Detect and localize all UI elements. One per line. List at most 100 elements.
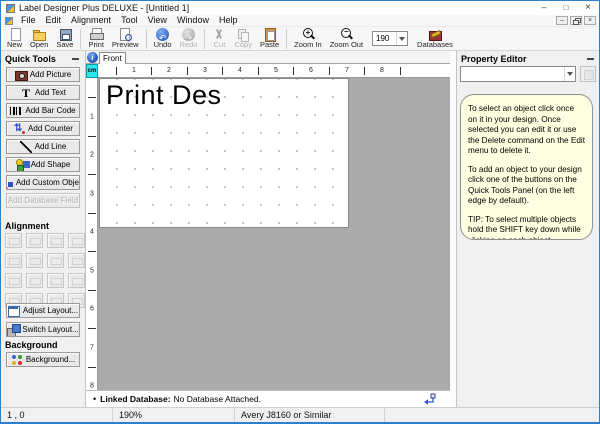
toolbar-separator bbox=[145, 28, 147, 49]
status-cell-3: Avery J8160 or Similar bbox=[235, 408, 385, 422]
ruler-tick bbox=[88, 174, 96, 175]
collapse-property-editor-icon[interactable] bbox=[587, 58, 594, 60]
combobox-arrow-icon[interactable] bbox=[396, 32, 407, 45]
paste-button[interactable]: Paste bbox=[256, 27, 283, 51]
undo-icon bbox=[156, 28, 170, 41]
toolbar-button-label: Cut bbox=[213, 40, 226, 49]
background-title: Background bbox=[5, 340, 58, 350]
database-link-icon[interactable] bbox=[422, 393, 436, 408]
status-cell-1: 1 , 0 bbox=[1, 408, 113, 422]
label-sheet[interactable]: Print Des bbox=[99, 78, 349, 228]
ruler-number: 5 bbox=[90, 267, 94, 275]
vertical-ruler: 1 2 3 4 5 6 7 8 bbox=[86, 78, 98, 390]
minimize-window-icon[interactable] bbox=[533, 1, 555, 15]
add-custom-object-button[interactable]: Add Custom Object bbox=[6, 175, 80, 190]
mdi-minimize-icon[interactable] bbox=[556, 15, 568, 25]
new-button[interactable]: New bbox=[3, 27, 26, 51]
ruler-number: 8 bbox=[90, 382, 94, 390]
undo-button[interactable]: Undo bbox=[150, 27, 176, 51]
add-shape-button[interactable]: Add Shape bbox=[6, 157, 80, 172]
collapse-panel-icon[interactable] bbox=[72, 58, 79, 60]
switch-layout-icon bbox=[7, 323, 22, 336]
button-label: Add Database Field bbox=[7, 196, 79, 205]
menu-edit[interactable]: Edit bbox=[41, 15, 67, 26]
maximize-window-icon[interactable] bbox=[555, 1, 577, 15]
design-canvas[interactable]: Print Des bbox=[98, 78, 450, 390]
print-button[interactable]: Print bbox=[84, 27, 107, 51]
menu-window[interactable]: Window bbox=[172, 15, 214, 26]
alignment-grid bbox=[1, 233, 86, 311]
ruler-number: 7 bbox=[90, 344, 94, 352]
adjust-layout-button[interactable]: Adjust Layout... bbox=[6, 303, 80, 318]
button-label: Add Text bbox=[35, 88, 66, 97]
label-text-object[interactable]: Print Des bbox=[106, 80, 222, 111]
ruler-tick bbox=[222, 67, 223, 75]
alignment-button-7 bbox=[47, 253, 64, 268]
ruler-tick bbox=[88, 136, 96, 137]
button-label: Add Counter bbox=[28, 124, 73, 133]
alignment-button-8 bbox=[68, 253, 85, 268]
toolbar-button-label: New bbox=[7, 40, 23, 49]
status-cell-2: 190% bbox=[113, 408, 235, 422]
menu-help[interactable]: Help bbox=[214, 15, 243, 26]
databases-button[interactable]: Databases bbox=[413, 27, 457, 51]
barcode-icon bbox=[10, 105, 23, 117]
ruler-number: 3 bbox=[203, 67, 207, 74]
ruler-tick bbox=[364, 67, 365, 75]
mdi-restore-icon[interactable] bbox=[570, 16, 582, 25]
alignment-button-11 bbox=[47, 273, 64, 288]
window-controls bbox=[533, 1, 599, 15]
preview-button[interactable]: Preview bbox=[108, 27, 143, 51]
alignment-button-12 bbox=[68, 273, 85, 288]
ruler-tick bbox=[116, 67, 117, 75]
menu-tool[interactable]: Tool bbox=[116, 15, 143, 26]
background-button[interactable]: Background... bbox=[6, 352, 80, 367]
toolbar-button-label: Zoom Out bbox=[329, 40, 364, 49]
adjust-layout-icon bbox=[7, 305, 20, 317]
document-icon[interactable] bbox=[5, 16, 13, 25]
cut-icon bbox=[212, 28, 226, 41]
copy-icon bbox=[236, 28, 250, 42]
combobox-arrow-icon[interactable] bbox=[564, 67, 575, 81]
ruler-tick bbox=[258, 67, 259, 75]
toolbar-button-label: Paste bbox=[259, 40, 280, 49]
status-bar: 1 , 0 190% Avery J8160 or Similar bbox=[1, 407, 599, 422]
shape-icon bbox=[15, 158, 28, 171]
ruler-tick bbox=[187, 67, 188, 75]
add-counter-button[interactable]: Add Counter bbox=[6, 121, 80, 136]
menu-items: File Edit Alignment Tool View Window Help bbox=[16, 15, 242, 26]
quick-tools-title: Quick Tools bbox=[5, 54, 56, 64]
menu-alignment[interactable]: Alignment bbox=[66, 15, 116, 26]
ruler-tick bbox=[329, 67, 330, 75]
app-window: Label Designer Plus DELUXE - [Untitled 1… bbox=[0, 0, 600, 424]
alignment-title: Alignment bbox=[5, 221, 49, 231]
mdi-close-icon[interactable] bbox=[584, 16, 596, 25]
background-icon bbox=[11, 354, 23, 366]
menu-file[interactable]: File bbox=[16, 15, 41, 26]
add-bar-code-button[interactable]: Add Bar Code bbox=[6, 103, 80, 118]
add-text-button[interactable]: Add Text bbox=[6, 85, 80, 100]
ruler-number: 5 bbox=[274, 67, 278, 74]
switch-layout-button[interactable]: Switch Layout... bbox=[6, 322, 80, 337]
save-button[interactable]: Save bbox=[52, 27, 77, 51]
linked-database-value: No Database Attached. bbox=[173, 394, 261, 404]
ruler-tick bbox=[151, 67, 152, 75]
ruler-number: 3 bbox=[90, 190, 94, 198]
zoom-level-combobox[interactable]: 190 bbox=[372, 31, 409, 46]
info-icon[interactable]: i bbox=[87, 52, 98, 63]
button-label: Add Custom Object bbox=[15, 178, 80, 187]
unit-button[interactable]: cm bbox=[86, 64, 98, 78]
tab-front[interactable]: Front bbox=[99, 52, 126, 64]
property-editor-title: Property Editor bbox=[461, 54, 527, 64]
object-selector-combobox[interactable] bbox=[460, 66, 576, 82]
redo-button: Redo bbox=[176, 27, 202, 51]
paste-icon bbox=[263, 28, 277, 42]
close-window-icon[interactable] bbox=[577, 1, 599, 15]
custom-object-icon bbox=[7, 177, 13, 189]
menu-view[interactable]: View bbox=[143, 15, 172, 26]
zoom-in-button[interactable]: Zoom In bbox=[290, 27, 326, 51]
add-line-button[interactable]: Add Line bbox=[6, 139, 80, 154]
zoom-out-button[interactable]: Zoom Out bbox=[326, 27, 367, 51]
add-picture-button[interactable]: Add Picture bbox=[6, 67, 80, 82]
open-button[interactable]: Open bbox=[26, 27, 52, 51]
